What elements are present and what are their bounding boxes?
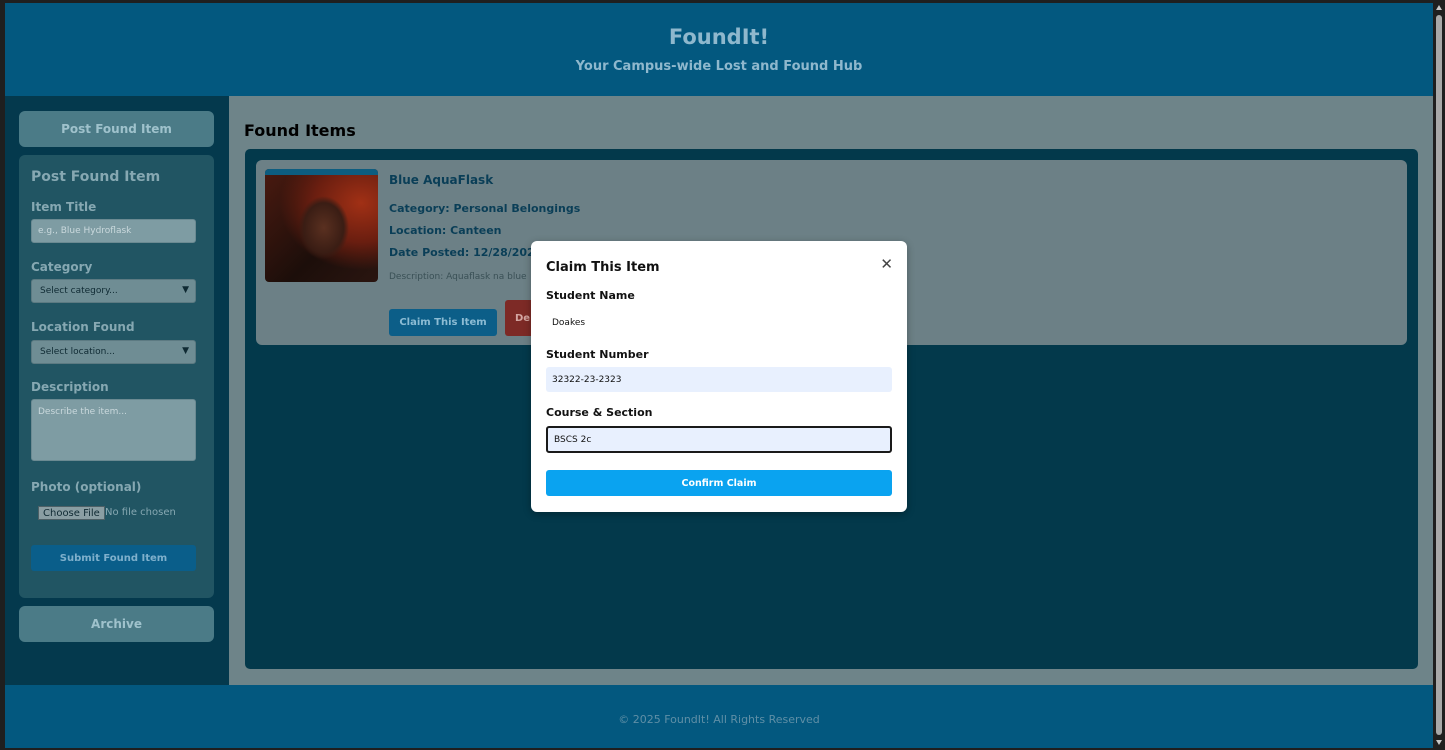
claim-modal: Claim This Item ✕ Student Name Doakes St…: [531, 241, 907, 512]
archive-button[interactable]: Archive: [19, 606, 214, 642]
item-title-label: Item Title: [31, 200, 97, 214]
choose-file-button[interactable]: Choose File: [38, 506, 105, 520]
student-number-input[interactable]: 32322-23-2323: [546, 367, 892, 392]
category-label: Category: [31, 260, 93, 274]
course-section-input[interactable]: BSCS 2c: [546, 426, 892, 453]
description-label: Description: [31, 380, 109, 394]
item-category: Category: Personal Belongings: [389, 202, 581, 215]
site-footer: © 2025 FoundIt! All Rights Reserved: [5, 685, 1433, 748]
location-label: Location Found: [31, 320, 135, 334]
photo-label: Photo (optional): [31, 480, 142, 494]
modal-title: Claim This Item: [546, 260, 660, 275]
description-textarea[interactable]: Describe the item...: [31, 399, 196, 461]
item-location: Location: Canteen: [389, 224, 502, 237]
item-photo: [265, 169, 378, 282]
item-description: Description: Aquaflask na blue: [389, 272, 527, 282]
item-date: Date Posted: 12/28/2025: [389, 246, 543, 259]
post-found-item-button[interactable]: Post Found Item: [19, 111, 214, 147]
site-header: FoundIt! Your Campus-wide Lost and Found…: [5, 3, 1433, 96]
chevron-down-icon: ▼: [182, 285, 189, 295]
location-selected-value: Select location...: [40, 347, 115, 357]
scroll-thumb[interactable]: [1436, 15, 1442, 735]
item-title-input[interactable]: e.g., Blue Hydroflask: [31, 219, 196, 243]
course-section-label: Course & Section: [546, 406, 653, 419]
page-scrollbar[interactable]: [1433, 0, 1445, 750]
post-found-item-form: Post Found Item Item Title e.g., Blue Hy…: [19, 155, 214, 598]
sidebar: Post Found Item Post Found Item Item Tit…: [5, 96, 229, 685]
location-select[interactable]: Select location... ▼: [31, 340, 196, 364]
submit-found-item-button[interactable]: Submit Found Item: [31, 545, 196, 571]
site-subtitle: Your Campus-wide Lost and Found Hub: [575, 59, 863, 74]
file-status: No file chosen: [105, 507, 176, 518]
photo-top-bar: [265, 169, 378, 175]
form-title: Post Found Item: [31, 169, 161, 185]
site-title: FoundIt!: [668, 25, 770, 49]
student-number-label: Student Number: [546, 348, 649, 361]
claim-item-button[interactable]: Claim This Item: [389, 309, 497, 336]
category-selected-value: Select category...: [40, 286, 118, 296]
copyright-text: © 2025 FoundIt! All Rights Reserved: [618, 713, 820, 726]
student-name-label: Student Name: [546, 289, 635, 302]
category-select[interactable]: Select category... ▼: [31, 279, 196, 303]
page-title: Found Items: [244, 121, 356, 140]
scroll-down-icon[interactable]: [1436, 740, 1442, 745]
student-name-input[interactable]: Doakes: [546, 310, 892, 335]
chevron-down-icon: ▼: [182, 346, 189, 356]
scroll-up-icon[interactable]: [1436, 5, 1442, 10]
close-icon[interactable]: ✕: [880, 257, 893, 272]
item-title: Blue AquaFlask: [389, 173, 494, 187]
confirm-claim-button[interactable]: Confirm Claim: [546, 470, 892, 496]
